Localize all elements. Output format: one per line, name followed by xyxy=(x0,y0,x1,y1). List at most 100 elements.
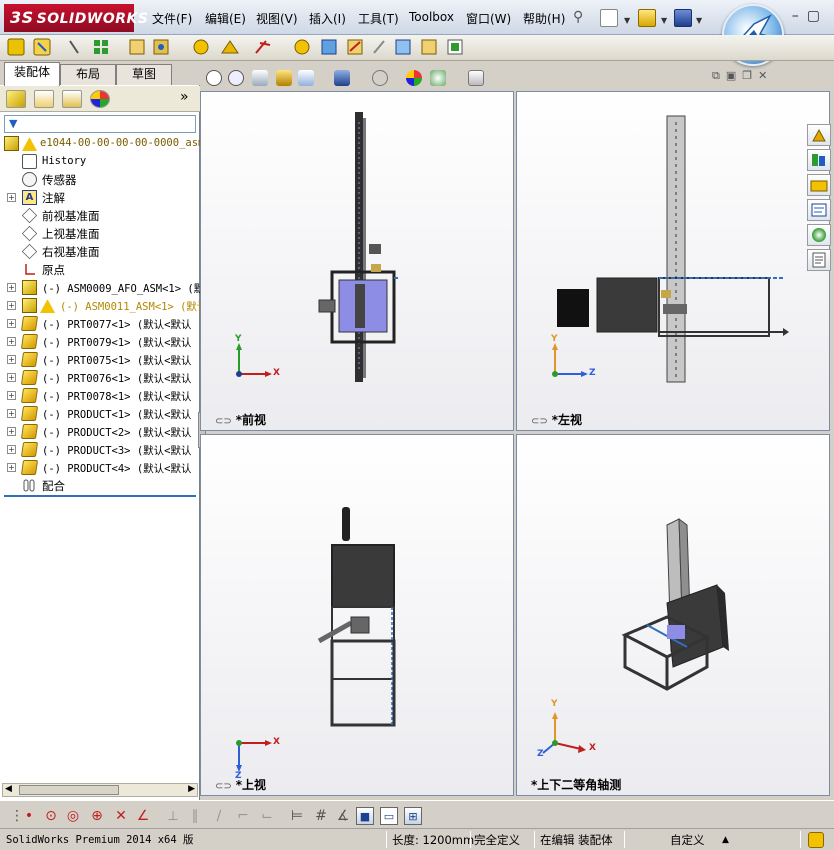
viewport-left[interactable]: Y Z ⊂⊃ *左视 xyxy=(516,91,830,431)
scroll-right-icon[interactable]: ▶ xyxy=(188,784,195,794)
horizontal-icon[interactable]: ∕ xyxy=(210,807,228,825)
rebuild-icon[interactable] xyxy=(808,832,824,848)
tab-sketch[interactable]: 草图 xyxy=(116,64,172,85)
tree-item-component[interactable]: + (-) ASM0009_AFO_ASM<1> (默认 xyxy=(0,279,215,297)
open-dropdown-icon[interactable]: ▼ xyxy=(661,16,667,25)
tree-item-history[interactable]: History xyxy=(0,153,200,171)
apply-scene-icon[interactable] xyxy=(430,70,446,86)
tree-item-component[interactable]: + (-) ASM0011_ASM<1> (默认 xyxy=(0,297,207,315)
tree-item-top-plane[interactable]: 上视基准面 xyxy=(0,225,200,243)
section-view-icon[interactable] xyxy=(276,70,292,86)
expand-icon[interactable]: + xyxy=(7,193,16,202)
tree-filter-input[interactable]: ▼ xyxy=(4,115,196,133)
menu-edit[interactable]: 编辑(E) xyxy=(205,10,246,27)
grid-snap-icon[interactable]: ⌙ xyxy=(258,807,276,825)
expand-icon[interactable]: + xyxy=(7,391,16,400)
menu-help[interactable]: 帮助(H) xyxy=(523,10,565,27)
configuration-manager-icon[interactable] xyxy=(62,90,82,108)
appearances-tab-icon[interactable] xyxy=(807,224,831,246)
view-orientation-icon[interactable] xyxy=(298,70,314,86)
tree-item-right-plane[interactable]: 右视基准面 xyxy=(0,243,200,261)
expand-icon[interactable]: + xyxy=(7,337,16,346)
tree-item-annotations[interactable]: + A 注解 xyxy=(0,189,200,207)
tree-item-sensors[interactable]: 传感器 xyxy=(0,171,200,189)
property-manager-icon[interactable] xyxy=(34,90,54,108)
link-icon[interactable]: ⊂⊃ xyxy=(215,416,232,427)
angle-icon[interactable]: ∡ xyxy=(334,807,352,825)
grid-icon[interactable]: # xyxy=(312,807,330,825)
intersection-icon[interactable]: ✕ xyxy=(112,807,130,825)
expand-icon[interactable]: + xyxy=(7,301,16,310)
tab-layout[interactable]: 布局 xyxy=(60,64,116,85)
point-icon[interactable]: • xyxy=(20,807,38,825)
tile-views-icon[interactable]: ▣ xyxy=(726,69,742,82)
four-view-button[interactable]: ⊞ xyxy=(404,807,422,825)
design-library-tab-icon[interactable] xyxy=(807,149,831,171)
link-icon[interactable]: ⊂⊃ xyxy=(215,781,232,792)
dimension-icon[interactable]: ⊨ xyxy=(288,807,306,825)
menu-tools[interactable]: 工具(T) xyxy=(358,10,399,27)
restore-view-icon[interactable]: ❐ xyxy=(742,69,758,82)
expand-icon[interactable]: + xyxy=(7,319,16,328)
display-manager-icon[interactable] xyxy=(90,90,110,108)
menu-view[interactable]: 视图(V) xyxy=(256,10,298,27)
units-selector[interactable]: 自定义 xyxy=(670,832,705,848)
expand-icon[interactable]: + xyxy=(7,373,16,382)
viewport-isometric[interactable]: Y X Z *上下二等角轴测 xyxy=(516,434,830,796)
view-palette-tab-icon[interactable] xyxy=(807,199,831,221)
viewport-top[interactable]: X Z ⊂⊃ *上视 xyxy=(200,434,514,796)
save-dropdown-icon[interactable]: ▼ xyxy=(696,16,702,25)
tab-assembly[interactable]: 装配体 xyxy=(4,62,60,86)
previous-view-icon[interactable] xyxy=(252,70,268,86)
tree-item-component[interactable]: + (-) PRT0076<1> (默认<默认 xyxy=(0,369,200,387)
expand-icon[interactable]: + xyxy=(7,355,16,364)
view-settings-icon[interactable] xyxy=(468,70,484,86)
tree-item-component[interactable]: + (-) PRT0079<1> (默认<默认 xyxy=(0,333,200,351)
scroll-thumb[interactable] xyxy=(19,785,119,795)
pin-icon[interactable]: ⚲ xyxy=(573,9,591,27)
link-views-icon[interactable]: ⧉ xyxy=(712,69,726,82)
hide-show-items-icon[interactable] xyxy=(372,70,388,86)
tree-item-component[interactable]: + (-) PRT0075<1> (默认<默认 xyxy=(0,351,200,369)
restore-icon[interactable]: ▢ xyxy=(807,8,828,24)
open-folder-icon[interactable] xyxy=(638,9,656,27)
tree-item-component[interactable]: + (-) PRODUCT<4> (默认<默认 xyxy=(0,459,200,477)
close-view-icon[interactable]: ✕ xyxy=(758,69,773,82)
scroll-left-icon[interactable]: ◀ xyxy=(5,784,12,794)
tree-item-front-plane[interactable]: 前视基准面 xyxy=(0,207,200,225)
menu-insert[interactable]: 插入(I) xyxy=(309,10,346,27)
link-icon[interactable]: ⊂⊃ xyxy=(531,416,548,427)
tree-item-mates[interactable]: 配合 xyxy=(0,477,200,495)
viewport-front[interactable]: Y X ⊂⊃ *前视 xyxy=(200,91,514,431)
units-caret[interactable]: ▲ xyxy=(722,832,729,848)
edit-appearance-icon[interactable] xyxy=(406,70,422,86)
tree-item-component[interactable]: + (-) PRT0078<1> (默认<默认 xyxy=(0,387,200,405)
quadrant-icon[interactable]: ⊕ xyxy=(88,807,106,825)
new-dropdown-icon[interactable]: ▼ xyxy=(624,16,630,25)
minimize-icon[interactable]: – xyxy=(792,8,807,24)
perpendicular-icon[interactable]: ⟂ xyxy=(164,807,182,825)
view-cube-button[interactable]: ■ xyxy=(356,807,374,825)
menu-window[interactable]: 窗口(W) xyxy=(466,10,511,27)
display-style-icon[interactable] xyxy=(334,70,350,86)
file-explorer-tab-icon[interactable] xyxy=(807,174,831,196)
parallel-icon[interactable]: ∥ xyxy=(186,807,204,825)
save-icon[interactable] xyxy=(674,9,692,27)
new-document-icon[interactable] xyxy=(600,9,618,27)
zoom-to-area-icon[interactable] xyxy=(228,70,244,86)
menu-toolbox[interactable]: Toolbox xyxy=(409,10,454,24)
rollback-bar[interactable] xyxy=(4,495,196,497)
tangent-icon[interactable]: ∠ xyxy=(134,807,152,825)
center-point-icon[interactable]: ⊙ xyxy=(42,807,60,825)
tree-item-component[interactable]: + (-) PRT0077<1> (默认<默认 xyxy=(0,315,200,333)
tree-root[interactable]: e1044-00-00-00-00-0000_asm xyxy=(0,135,204,153)
menu-file[interactable]: 文件(F) xyxy=(152,10,192,27)
expand-icon[interactable]: + xyxy=(7,409,16,418)
expand-panel-icon[interactable]: » xyxy=(180,89,189,105)
nearest-icon[interactable]: ⌐ xyxy=(234,807,252,825)
zoom-to-fit-icon[interactable] xyxy=(206,70,222,86)
expand-icon[interactable]: + xyxy=(7,445,16,454)
solidworks-resources-tab-icon[interactable] xyxy=(807,124,831,146)
custom-properties-tab-icon[interactable] xyxy=(807,249,831,271)
solidworks-logo[interactable]: 3S SOLIDWORKS xyxy=(4,4,148,32)
